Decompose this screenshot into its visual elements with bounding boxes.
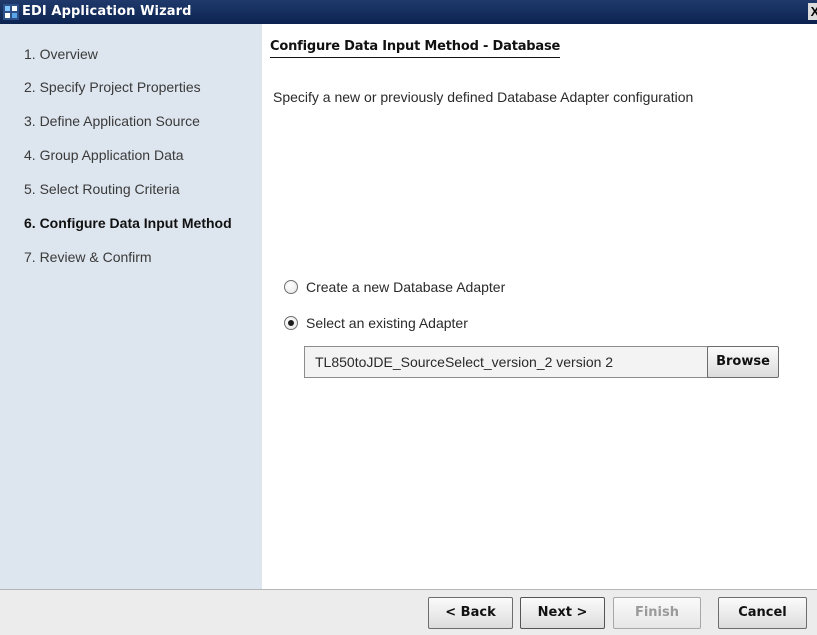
title-bar: EDI Application Wizard X <box>0 0 817 24</box>
close-icon[interactable]: X <box>808 3 817 20</box>
radio-checked-icon[interactable] <box>284 316 298 330</box>
step-group-application-data[interactable]: 4. Group Application Data <box>0 138 262 172</box>
window-title: EDI Application Wizard <box>22 4 192 19</box>
select-existing-adapter-option[interactable]: Select an existing Adapter <box>284 314 468 332</box>
create-new-adapter-label: Create a new Database Adapter <box>306 279 506 295</box>
radio-unchecked-icon[interactable] <box>284 280 298 294</box>
next-button[interactable]: Next > <box>520 597 605 629</box>
step-select-routing-criteria[interactable]: 5. Select Routing Criteria <box>0 172 262 206</box>
step-define-application-source[interactable]: 3. Define Application Source <box>0 104 262 138</box>
create-new-adapter-option[interactable]: Create a new Database Adapter <box>284 278 505 296</box>
select-existing-adapter-label: Select an existing Adapter <box>306 315 468 331</box>
step-overview[interactable]: 1. Overview <box>0 38 262 70</box>
existing-adapter-field[interactable]: TL850toJDE_SourceSelect_version_2 versio… <box>304 346 709 378</box>
browse-button[interactable]: Browse <box>707 346 779 378</box>
back-button[interactable]: < Back <box>428 597 513 629</box>
step-review-confirm[interactable]: 7. Review & Confirm <box>0 240 262 274</box>
wizard-footer: < Back Next > Finish Cancel <box>0 589 817 635</box>
step-specify-project-properties[interactable]: 2. Specify Project Properties <box>0 70 262 104</box>
page-title: Configure Data Input Method - Database <box>270 39 560 58</box>
finish-button: Finish <box>613 597 701 629</box>
cancel-button[interactable]: Cancel <box>718 597 807 629</box>
step-configure-data-input-method[interactable]: 6. Configure Data Input Method <box>0 206 262 240</box>
app-grid-icon <box>3 4 19 20</box>
wizard-content-panel: Configure Data Input Method - Database S… <box>262 24 817 589</box>
page-description: Specify a new or previously defined Data… <box>273 89 694 105</box>
wizard-steps-sidebar: 1. Overview 2. Specify Project Propertie… <box>0 24 262 589</box>
